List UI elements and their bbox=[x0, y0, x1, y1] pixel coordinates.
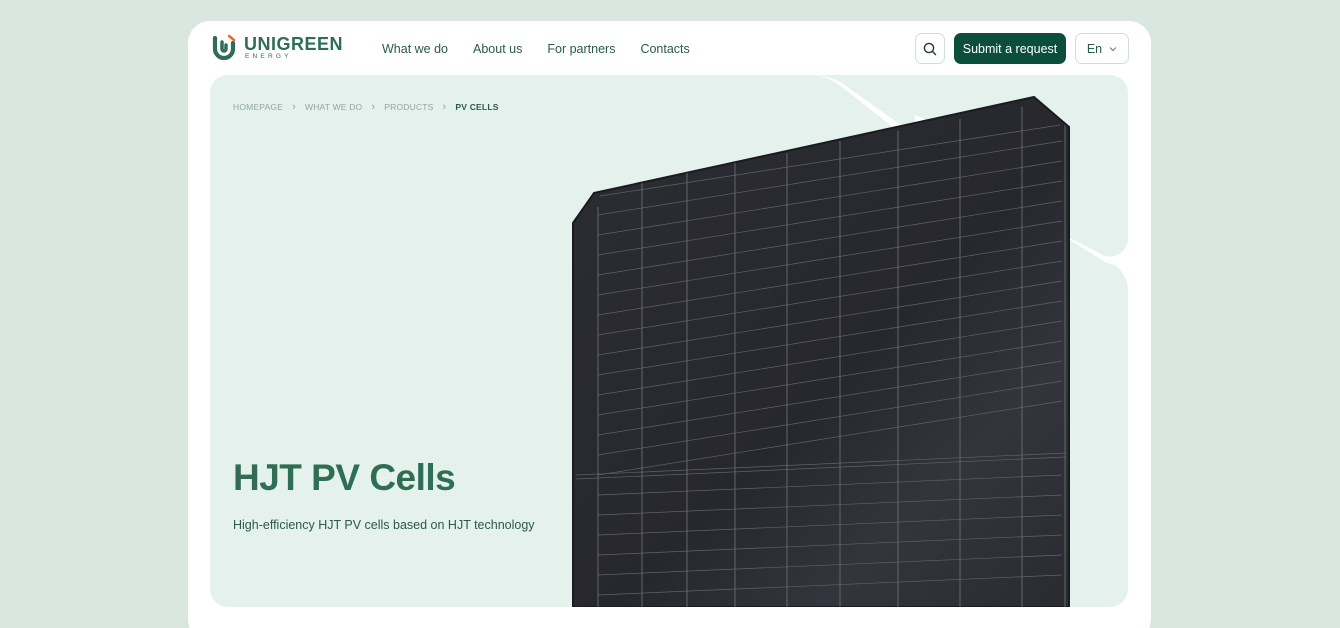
nav-item-about-us[interactable]: About us bbox=[473, 40, 522, 58]
nav-item-contacts[interactable]: Contacts bbox=[640, 40, 689, 58]
breadcrumb-current: PV CELLS bbox=[455, 102, 499, 112]
page-title: HJT PV Cells bbox=[233, 457, 456, 498]
chevron-right-icon: › bbox=[442, 101, 447, 113]
logo[interactable]: UNIGREEN ENERGY bbox=[210, 34, 343, 62]
breadcrumb-homepage[interactable]: HOMEPAGE bbox=[233, 102, 283, 112]
language-label: En bbox=[1086, 41, 1103, 56]
breadcrumb-what-we-do[interactable]: WHAT WE DO bbox=[305, 102, 362, 112]
chevron-right-icon: › bbox=[292, 101, 296, 113]
hero-section: HOMEPAGE › WHAT WE DO › PRODUCTS › PV CE… bbox=[210, 75, 1128, 607]
logo-mark-icon bbox=[212, 34, 236, 61]
main-nav: What we do About us For partners Contact… bbox=[382, 40, 690, 58]
nav-item-what-we-do[interactable]: What we do bbox=[382, 40, 448, 58]
language-selector[interactable]: En bbox=[1075, 33, 1129, 64]
chevron-down-icon bbox=[1109, 46, 1117, 51]
page-card: UNIGREEN ENERGY What we do About us For … bbox=[188, 21, 1151, 628]
logo-name: UNIGREEN bbox=[244, 34, 344, 55]
chevron-right-icon: › bbox=[371, 101, 376, 113]
search-button[interactable] bbox=[915, 33, 945, 64]
submit-request-button[interactable]: Submit a request bbox=[954, 33, 1066, 64]
breadcrumb-products[interactable]: PRODUCTS bbox=[384, 102, 433, 112]
breadcrumb: HOMEPAGE › WHAT WE DO › PRODUCTS › PV CE… bbox=[233, 101, 499, 113]
page-subtitle: High-efficiency HJT PV cells based on HJ… bbox=[233, 518, 535, 532]
nav-item-for-partners[interactable]: For partners bbox=[547, 40, 615, 58]
search-icon bbox=[923, 42, 937, 55]
logo-subtitle: ENERGY bbox=[245, 53, 292, 61]
